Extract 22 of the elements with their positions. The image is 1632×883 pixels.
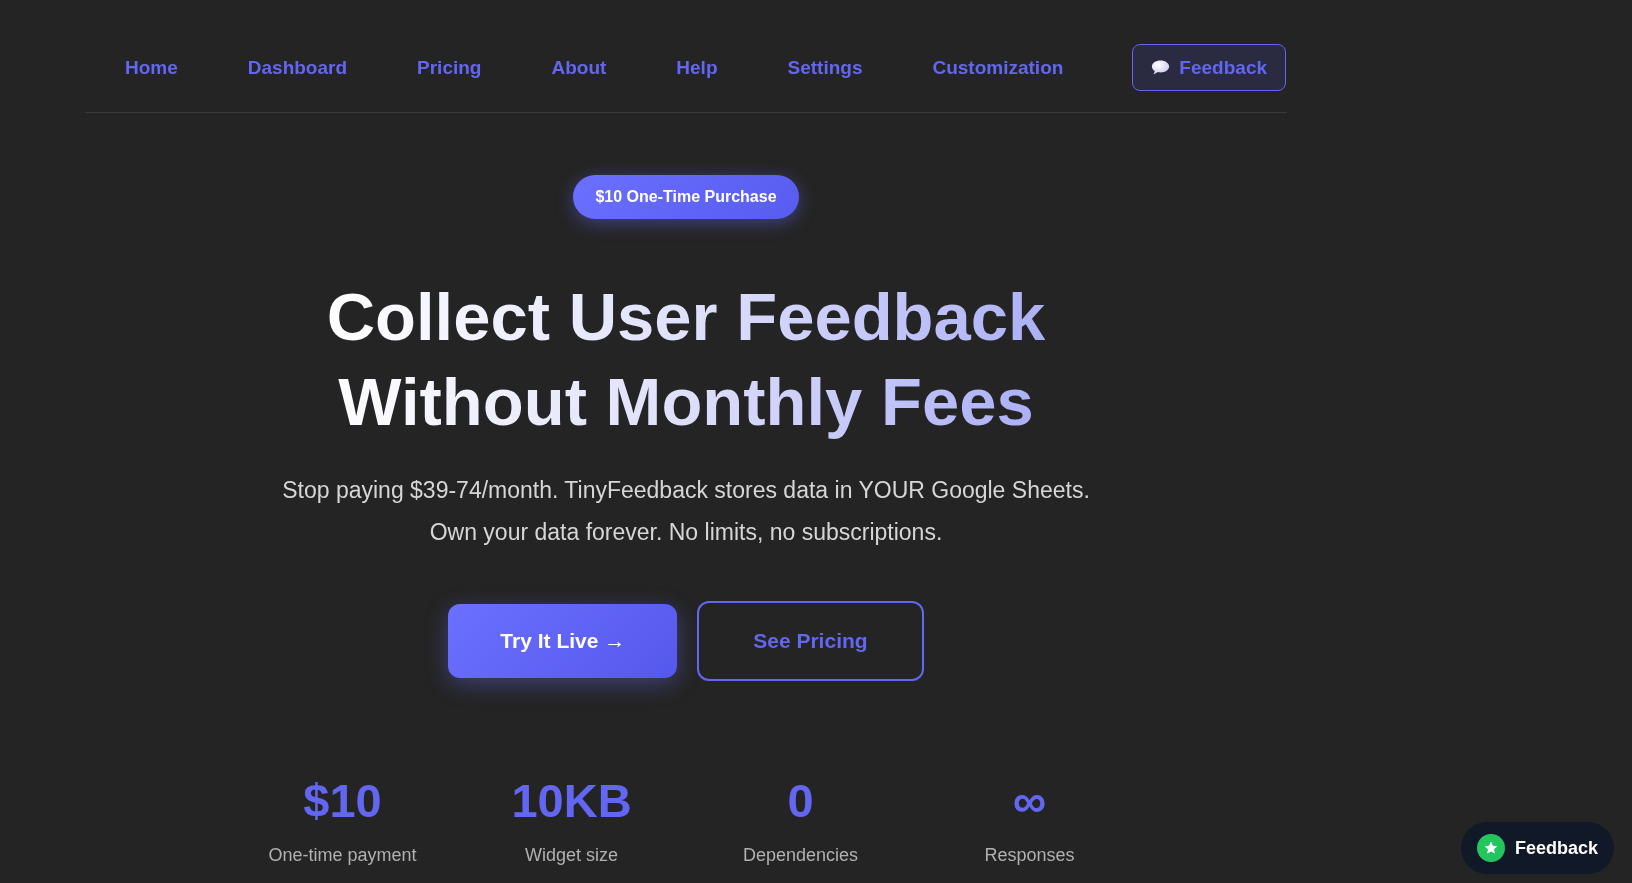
nav-link[interactable]: Home <box>105 48 198 87</box>
floating-feedback-button[interactable]: Feedback <box>1460 822 1614 874</box>
stat-value: 10KB <box>511 773 632 829</box>
stat-label: Responses <box>984 844 1075 867</box>
speech-bubble-icon <box>1151 60 1171 75</box>
stat-value: ∞ <box>1012 773 1047 829</box>
try-live-button[interactable]: Try It Live → <box>448 604 678 678</box>
stat-label: Widget size <box>524 844 618 867</box>
stat-value: $10 <box>303 773 382 829</box>
pricing-button[interactable]: See Pricing <box>697 601 924 681</box>
nav-link[interactable]: About <box>531 48 627 87</box>
price-badge: $10 One-Time Purchase <box>573 175 799 219</box>
nav-link[interactable]: Dashboard <box>227 48 368 87</box>
nav-link[interactable]: Pricing <box>397 48 502 87</box>
nav-link[interactable]: Settings <box>767 48 883 87</box>
feedback-button[interactable]: Feedback <box>1132 44 1286 91</box>
nav-link[interactable]: Help <box>656 48 738 87</box>
stat-label: One-time payment <box>268 844 417 867</box>
stat-value: 0 <box>787 773 814 829</box>
nav-link[interactable]: Customization <box>912 48 1084 87</box>
hero-subtitle: Stop paying $39-74/month. TinyFeedback stores data in YOUR Google Sheets. Own your data forever. No limits, no subscriptions. <box>282 476 1090 547</box>
stat-label: Dependencies <box>742 844 859 867</box>
